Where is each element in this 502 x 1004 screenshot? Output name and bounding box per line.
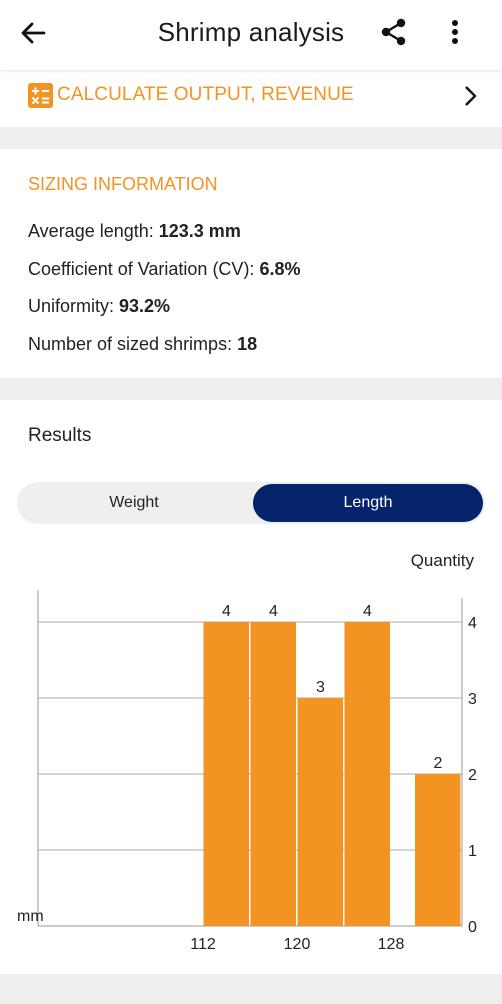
sized-count-value: 18 xyxy=(237,334,258,354)
page-title: Shrimp analysis xyxy=(157,17,345,47)
x-tick-label: 128 xyxy=(378,936,405,953)
y-tick-label: 4 xyxy=(468,615,477,632)
histogram-bar xyxy=(297,698,343,926)
x-tick-label: 112 xyxy=(190,936,216,953)
app-bar: Shrimp analysis xyxy=(0,0,502,70)
bar-value-label: 2 xyxy=(434,755,443,772)
sizing-heading: SIZING INFORMATION xyxy=(28,174,218,194)
more-vertical-icon[interactable] xyxy=(442,17,468,47)
length-histogram: 0 1 2 3 4 112 120 128 4 4 3 4 2 Quantity mm xyxy=(17,551,477,953)
results-card: Results Weight Length 0 1 2 3 4 112 120 128 4 4 3 4… xyxy=(0,400,502,974)
cv-row: Coefficient of Variation (CV): 6.8% xyxy=(28,259,301,279)
calculate-output-revenue-button[interactable]: CALCULATE OUTPUT, REVENUE xyxy=(0,70,502,127)
x-axis-label: mm xyxy=(17,908,44,925)
average-length-value: 123.3 mm xyxy=(158,221,241,241)
bar-value-label: 4 xyxy=(222,603,231,620)
share-icon[interactable] xyxy=(379,17,409,47)
y-tick-label: 0 xyxy=(468,919,477,936)
bar-value-label: 4 xyxy=(363,603,372,620)
uniformity-value: 93.2% xyxy=(119,296,171,316)
cv-value: 6.8% xyxy=(259,259,301,279)
calculator-icon xyxy=(28,83,53,108)
sizing-information-card: SIZING INFORMATION Average length: 123.3… xyxy=(0,149,502,378)
chevron-right-icon xyxy=(465,86,477,106)
sized-count-row: Number of sized shrimps: 18 xyxy=(28,334,258,354)
uniformity-row: Uniformity: 93.2% xyxy=(28,296,171,316)
bar-value-label: 4 xyxy=(269,603,278,620)
y-tick-label: 2 xyxy=(468,767,477,784)
histogram-bar xyxy=(250,622,296,926)
bar-value-label: 3 xyxy=(316,679,325,696)
histogram-bar xyxy=(415,774,461,926)
histogram-bar xyxy=(344,622,390,926)
y-axis-label: Quantity xyxy=(411,551,475,570)
calculate-label: CALCULATE OUTPUT, REVENUE xyxy=(57,84,354,105)
histogram-bar xyxy=(203,622,249,926)
y-tick-label: 1 xyxy=(468,843,477,860)
y-tick-label: 3 xyxy=(468,691,477,708)
x-tick-label: 120 xyxy=(284,936,311,953)
average-length-row: Average length: 123.3 mm xyxy=(28,221,241,241)
